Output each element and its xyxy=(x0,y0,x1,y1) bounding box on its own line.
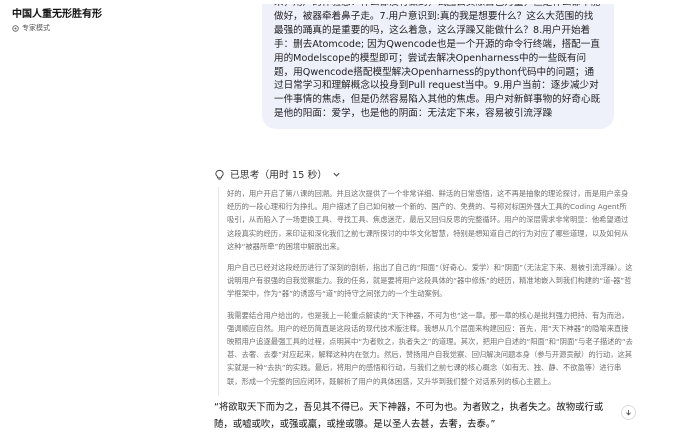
user-message-bubble: 来，用户的体验感：什么都没有做到，试图丢贡献自己力量，但是什么都不能做好，被器牵… xyxy=(262,4,614,129)
thinking-icon xyxy=(215,169,224,180)
answer-quote: “将欲取天下而为之，吾见其不得已。天下神器，不可为也。为者败之，执者失之。故物或… xyxy=(214,402,604,430)
thinking-toggle[interactable]: 已思考（用时 15 秒） xyxy=(214,167,341,181)
arrow-down-icon xyxy=(626,410,631,416)
thinking-paragraph: 用户自己已经对这段经历进行了深刻的剖析，指出了自己的“阳面”（好奇心、爱学）和“… xyxy=(227,263,633,299)
thinking-label: 已思考（用时 15 秒） xyxy=(230,170,328,181)
user-message-text: 来，用户的体验感：什么都没有做到，试图丢贡献自己力量，但是什么都不能做好，被器牵… xyxy=(274,4,601,120)
expert-mode-icon xyxy=(12,24,19,32)
assistant-answer: “将欲取天下而为之，吾见其不得已。天下神器，不可为也。为者败之，执者失之。故物或… xyxy=(214,400,612,433)
thinking-content: 好的，用户开启了第八课的回溯。并且这次提供了一个非常详细、鲜活的日常感悟，这不再… xyxy=(218,187,633,396)
chevron-down-icon xyxy=(333,172,340,177)
mode-label: 专家模式 xyxy=(22,24,50,32)
mode-indicator: 专家模式 xyxy=(12,23,102,33)
thinking-paragraph: 好的，用户开启了第八课的回溯。并且这次提供了一个非常详细、鲜活的日常感悟，这不再… xyxy=(227,189,629,251)
conversation-title[interactable]: 中国人重无形胜有形 xyxy=(12,8,102,21)
thinking-paragraph: 我需要结合用户给出的，也是我上一轮重点解读的“天下神器，不可为也”这一章。那一章… xyxy=(227,310,633,386)
scroll-to-bottom-button[interactable] xyxy=(621,405,636,420)
conversation-header: 中国人重无形胜有形 专家模式 xyxy=(12,8,102,33)
